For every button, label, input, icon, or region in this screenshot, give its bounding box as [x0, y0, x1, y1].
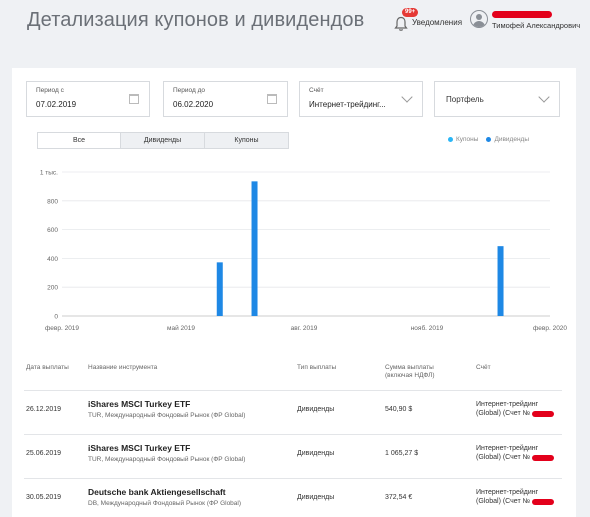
- legend-label-coupons: Купоны: [456, 136, 479, 143]
- chevron-down-icon: [401, 91, 413, 103]
- row-type: Дивиденды: [297, 494, 335, 501]
- table-header: Дата выплаты Название инструмента Тип вы…: [12, 360, 576, 390]
- col-amount: Сумма выплаты: [385, 364, 434, 371]
- calendar-icon[interactable]: [129, 94, 139, 104]
- period-from-label: Период с: [36, 87, 64, 94]
- row-instrument-name[interactable]: iShares MSCI Turkey ETF: [88, 443, 190, 453]
- tab-dividends[interactable]: Дивиденды: [121, 133, 205, 148]
- period-from-field[interactable]: Период с 07.02.2019: [26, 81, 150, 117]
- redacted-account-number: [532, 455, 554, 461]
- row-instrument-name[interactable]: Deutsche bank Aktiengesellschaft: [88, 487, 226, 497]
- col-amount-note: (включая НДФЛ): [385, 372, 435, 379]
- row-type: Дивиденды: [297, 450, 335, 457]
- page-title: Детализация купонов и дивидендов: [27, 9, 365, 31]
- period-from-value: 07.02.2019: [36, 100, 77, 109]
- col-type: Тип выплаты: [297, 364, 337, 371]
- table-row[interactable]: 25.06.2019 iShares MSCI Turkey ETF TUR, …: [24, 434, 562, 478]
- user-menu[interactable]: Тимофей Александрович: [470, 10, 588, 38]
- calendar-icon[interactable]: [267, 94, 277, 104]
- portfolio-select[interactable]: Портфель: [434, 81, 560, 117]
- chart-legend: Купоны Дивиденды: [448, 136, 529, 143]
- redacted-account-number: [532, 411, 554, 417]
- row-date: 25.06.2019: [26, 450, 62, 457]
- table-row[interactable]: 26.12.2019 iShares MSCI Turkey ETF TUR, …: [24, 390, 562, 434]
- legend-label-dividends: Дивиденды: [494, 136, 530, 143]
- legend-coupons[interactable]: Купоны: [448, 136, 478, 143]
- row-date: 26.12.2019: [26, 406, 62, 413]
- y-tick-label: 800: [47, 198, 58, 205]
- row-instrument-sub: TUR, Международный Фондовый Рынок (ФР Gl…: [88, 412, 246, 419]
- y-tick-label: 200: [47, 285, 58, 292]
- bar: [497, 246, 504, 316]
- row-date: 30.05.2019: [26, 494, 62, 501]
- row-account-line1: Интернет-трейдинг: [476, 401, 539, 408]
- x-tick-label: февр. 2019: [45, 325, 79, 332]
- bar: [216, 262, 223, 316]
- row-account-line2: (Global) (Счет №: [476, 410, 531, 417]
- row-account-line2: (Global) (Счет №: [476, 498, 531, 505]
- col-account: Счёт: [476, 364, 491, 371]
- row-account-line1: Интернет-трейдинг: [476, 445, 539, 452]
- payouts-table: 26.12.2019 iShares MSCI Turkey ETF TUR, …: [24, 390, 562, 517]
- redacted-surname: [492, 11, 552, 18]
- chevron-down-icon: [538, 91, 550, 103]
- row-type: Дивиденды: [297, 406, 335, 413]
- tab-coupons[interactable]: Купоны: [205, 133, 288, 148]
- x-tick-label: май 2019: [167, 324, 195, 332]
- col-instrument: Название инструмента: [88, 364, 158, 371]
- y-tick-label: 1 тыс.: [40, 170, 58, 177]
- row-instrument-sub: TUR, Международный Фондовый Рынок (ФР Gl…: [88, 456, 246, 463]
- payout-chart: 0 200 400 600 800 1 тыс. февр. 2019 май 2019 авг…: [40, 170, 568, 333]
- row-amount: 372,54 €: [385, 494, 413, 501]
- row-amount: 540,90 $: [385, 406, 413, 413]
- col-date: Дата выплаты: [26, 364, 69, 371]
- y-tick-label: 600: [47, 227, 58, 234]
- y-tick-label: 0: [54, 314, 58, 321]
- legend-dot-dividends: [486, 136, 492, 142]
- row-account-line1: Интернет-трейдинг: [476, 489, 539, 496]
- user-name: Тимофей Александрович: [492, 21, 581, 30]
- period-to-value: 06.02.2020: [173, 100, 214, 109]
- account-value: Интернет-трейдинг...: [309, 100, 386, 109]
- notifications-label: Уведомления: [412, 18, 463, 27]
- period-to-field[interactable]: Период до 06.02.2020: [163, 81, 288, 117]
- bar: [251, 181, 258, 316]
- account-select[interactable]: Счёт Интернет-трейдинг...: [299, 81, 423, 117]
- notification-badge: 99+: [402, 8, 419, 17]
- legend-dividends[interactable]: Дивиденды: [486, 136, 529, 143]
- legend-dot-coupons: [448, 136, 453, 142]
- payout-type-tabs: Все Дивиденды Купоны: [37, 132, 289, 149]
- notifications-button[interactable]: 99+ Уведомления: [392, 8, 463, 36]
- period-to-label: Период до: [173, 87, 206, 94]
- portfolio-placeholder: Портфель: [446, 95, 484, 104]
- row-instrument-sub: DB, Международный Фондовый Рынок (ФР Glo…: [88, 500, 242, 507]
- row-amount: 1 065,27 $: [385, 450, 419, 457]
- table-row[interactable]: 30.05.2019 Deutsche bank Aktiengesellsch…: [24, 478, 562, 517]
- row-account-line2: (Global) (Счет №: [476, 454, 531, 461]
- x-tick-label: авг. 2019: [291, 325, 318, 332]
- tab-all[interactable]: Все: [38, 133, 121, 148]
- bell-icon: [394, 16, 408, 31]
- y-tick-label: 400: [47, 256, 58, 263]
- redacted-account-number: [532, 499, 554, 505]
- x-tick-label: февр. 2020: [533, 325, 567, 332]
- row-instrument-name[interactable]: iShares MSCI Turkey ETF: [88, 399, 190, 409]
- details-card: Период с 07.02.2019 Период до 06.02.2020…: [12, 68, 576, 517]
- x-tick-label: нояб. 2019: [411, 324, 444, 332]
- avatar-icon: [470, 10, 488, 28]
- account-label: Счёт: [309, 87, 324, 94]
